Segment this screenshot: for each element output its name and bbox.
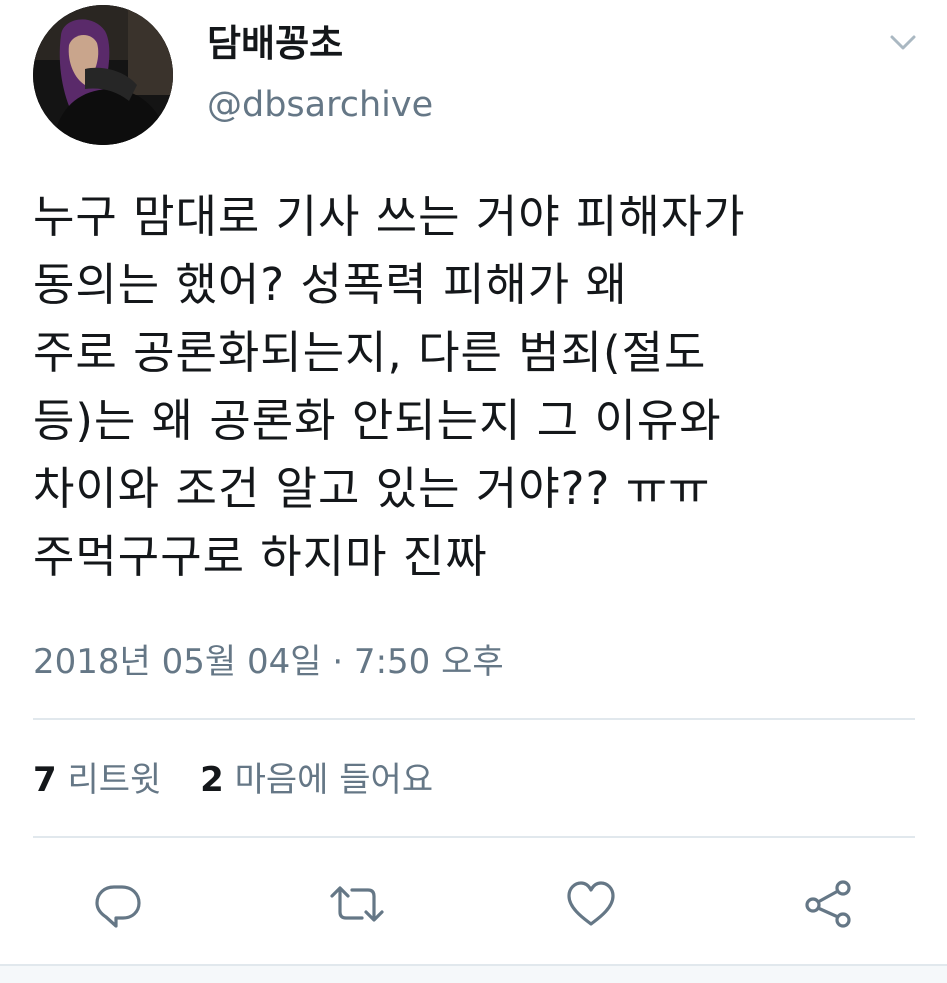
tweet-text-line: 누구 맘대로 기사 쓰는 거야 피해자가 xyxy=(33,190,746,243)
share-button[interactable] xyxy=(801,876,857,932)
user-handle[interactable]: @dbsarchive xyxy=(207,82,433,128)
like-button[interactable] xyxy=(563,876,619,932)
divider xyxy=(33,836,915,838)
retweet-label: 리트윗 xyxy=(67,760,162,800)
tweet-text-line: 주로 공론화되는지, 다른 범죄(절도 xyxy=(33,326,707,379)
retweet-stat[interactable]: 7 리트윗 xyxy=(33,756,161,804)
tweet-text: 누구 맘대로 기사 쓰는 거야 피해자가 동의는 했어? 성폭력 피해가 왜 주… xyxy=(33,183,923,591)
reply-button[interactable] xyxy=(90,876,146,932)
like-stat[interactable]: 2 마음에 들어요 xyxy=(200,756,433,804)
like-label: 마음에 들어요 xyxy=(234,760,434,800)
reply-icon xyxy=(95,885,141,928)
retweet-icon xyxy=(330,886,384,922)
tweet-text-line: 등)는 왜 공론화 안되는지 그 이유와 xyxy=(33,394,722,447)
retweet-button[interactable] xyxy=(329,876,385,932)
tweet-text-line: 차이와 조건 알고 있는 거야?? ㅠㅠ xyxy=(33,462,711,515)
retweet-count: 7 xyxy=(33,760,57,800)
chevron-down-icon[interactable] xyxy=(885,28,921,58)
tweet-text-line: 주먹구구로 하지마 진짜 xyxy=(33,530,488,583)
display-name[interactable]: 담배꽁초 xyxy=(207,20,343,68)
share-icon xyxy=(805,880,851,928)
tweet-text-line: 동의는 했어? 성폭력 피해가 왜 xyxy=(33,258,628,311)
avatar-image xyxy=(33,5,173,145)
heart-icon xyxy=(567,881,615,926)
avatar[interactable] xyxy=(33,5,173,145)
like-count: 2 xyxy=(200,760,224,800)
bottom-bar xyxy=(0,964,947,983)
tweet-timestamp[interactable]: 2018년 05월 04일 · 7:50 오후 xyxy=(33,638,504,686)
divider xyxy=(33,718,915,720)
tweet-stats: 7 리트윗 2 마음에 들어요 xyxy=(33,756,433,804)
